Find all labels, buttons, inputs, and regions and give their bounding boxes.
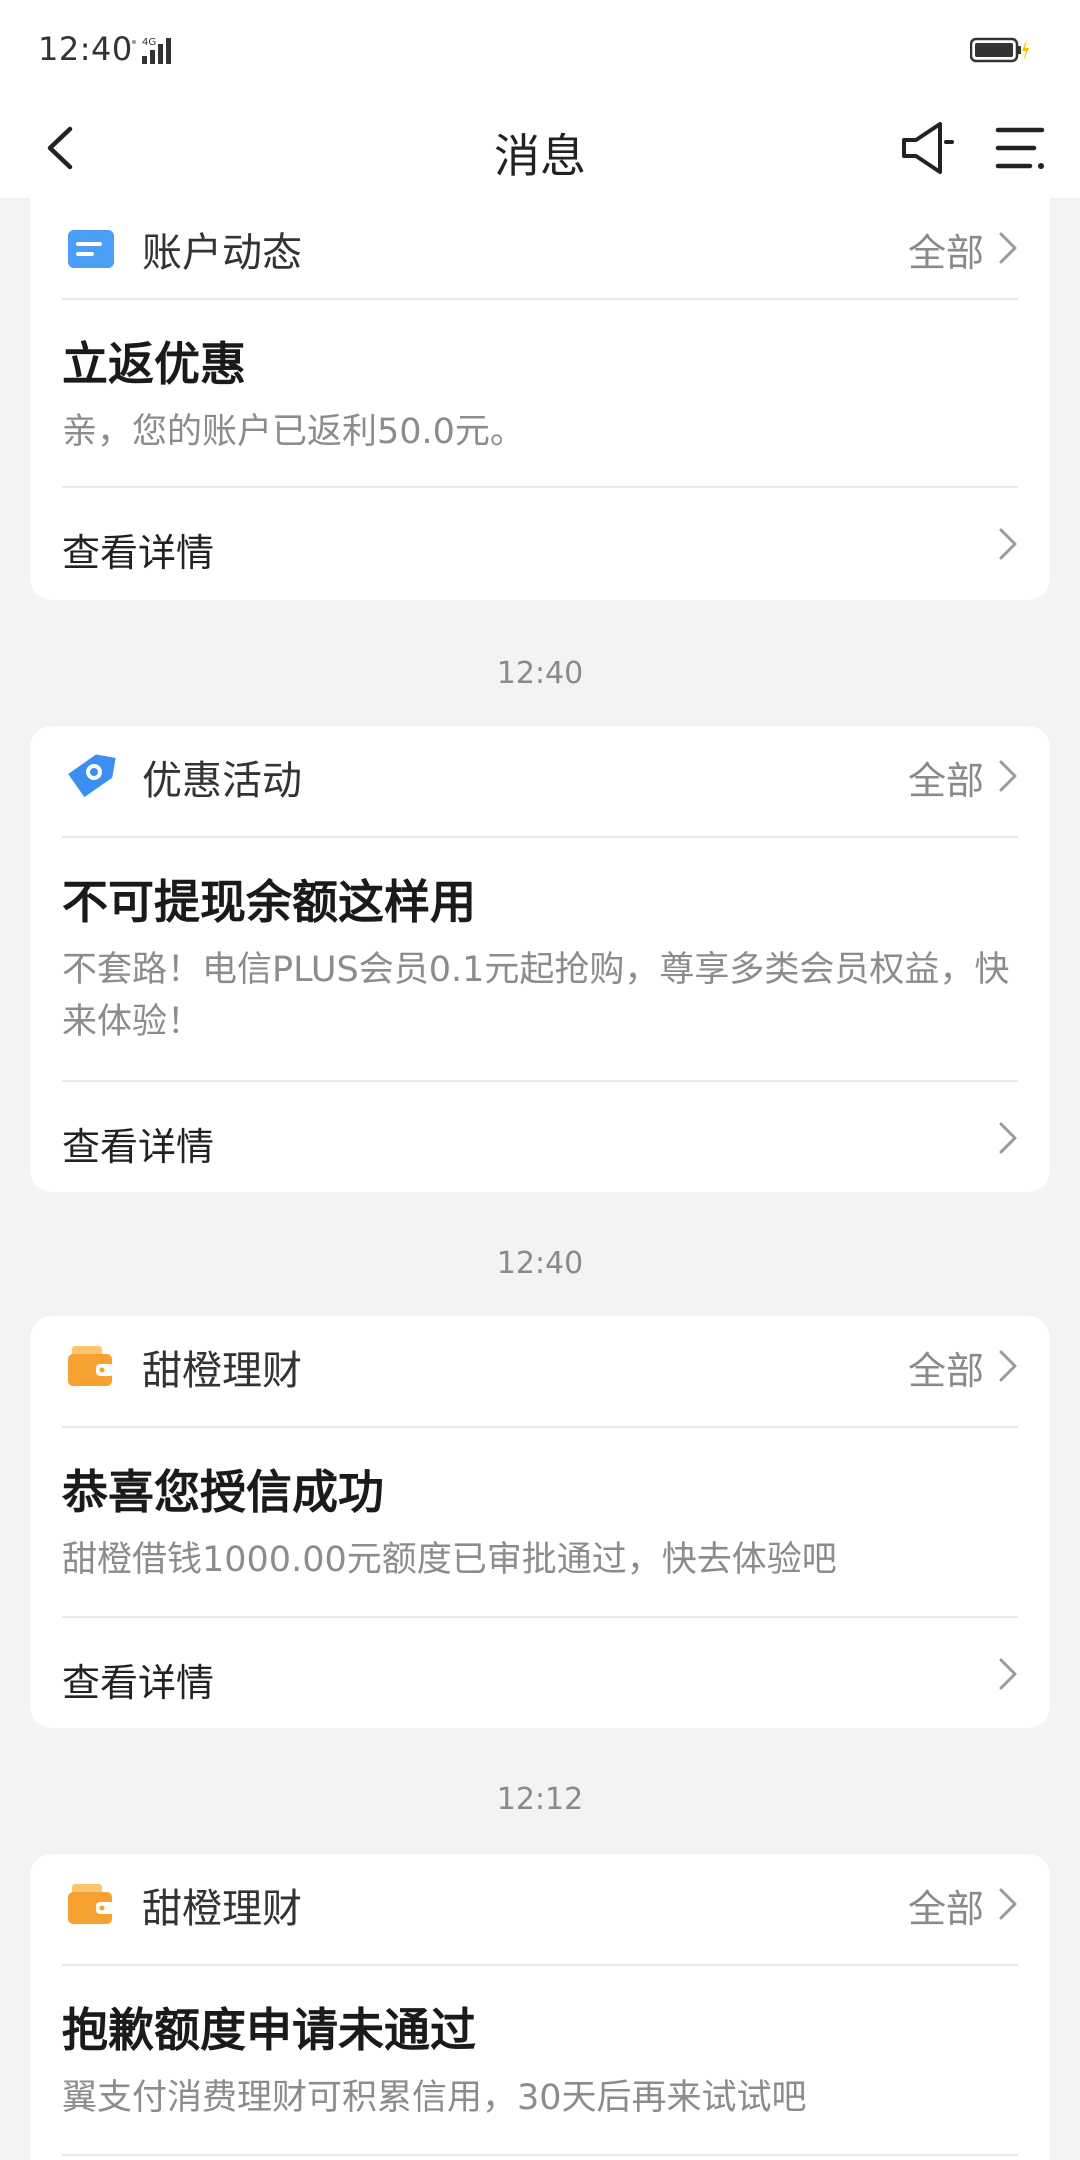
message-body: 翼支付消费理财可积累信用，30天后再来试试吧 [62, 2078, 807, 2118]
chevron-right-icon [999, 1350, 1017, 1382]
view-details-label: 查看详情 [62, 531, 215, 575]
divider [62, 836, 1018, 838]
view-details-row[interactable]: 查看详情 [30, 1082, 1050, 1192]
message-list[interactable]: 账户动态 全部 立返优惠 亲，您的账户已返利50.0元。 查看详情 12:40 … [0, 198, 1080, 2160]
message-title: 恭喜您授信成功 [62, 1465, 384, 1519]
wallet-icon [68, 1346, 114, 1386]
network-label: 4G [142, 37, 156, 48]
message-card: 账户动态 全部 立返优惠 亲，您的账户已返利50.0元。 查看详情 [30, 198, 1050, 600]
message-body: 亲，您的账户已返利50.0元。 [62, 412, 525, 452]
timestamp: 12:40 [496, 1246, 584, 1281]
timestamp: 12:40 [496, 656, 584, 691]
message-card: 优惠活动 全部 不可提现余额这样用 不套路！电信PLUS会员0.1元起抢购，尊享… [30, 726, 1050, 1192]
status-bar: 12:40 4G [0, 0, 1080, 100]
source-name: 账户动态 [142, 230, 302, 276]
chevron-right-icon [999, 1658, 1017, 1690]
timestamp: 12:12 [496, 1782, 584, 1817]
card-header[interactable]: 甜橙理财 全部 [30, 1854, 1050, 1956]
view-details-label: 查看详情 [62, 1661, 215, 1705]
account-doc-icon [68, 230, 114, 268]
chevron-right-icon [999, 760, 1017, 792]
card-header[interactable]: 甜橙理财 全部 [30, 1316, 1050, 1418]
message-title: 抱歉额度申请未通过 [62, 2003, 476, 2057]
signal-4g-icon: 4G [132, 37, 171, 64]
divider [62, 298, 1018, 300]
all-link[interactable]: 全部 [908, 750, 984, 805]
all-link[interactable]: 全部 [908, 1340, 984, 1395]
source-name: 甜橙理财 [142, 1886, 302, 1932]
battery-charging-icon [970, 37, 1029, 63]
nav-bar: 消息 [0, 100, 1080, 198]
divider [62, 1426, 1018, 1428]
source-name: 甜橙理财 [142, 1348, 302, 1394]
menu-icon[interactable] [990, 118, 1050, 178]
card-header[interactable]: 账户动态 全部 [30, 198, 1050, 300]
all-link[interactable]: 全部 [908, 222, 984, 277]
status-time: 12:40 [38, 30, 133, 68]
message-card: 甜橙理财 全部 抱歉额度申请未通过 翼支付消费理财可积累信用，30天后再来试试吧 [30, 1854, 1050, 2160]
message-title: 不可提现余额这样用 [62, 875, 476, 929]
message-card: 甜橙理财 全部 恭喜您授信成功 甜橙借钱1000.00元额度已审批通过，快去体验… [30, 1316, 1050, 1728]
message-title: 立返优惠 [62, 337, 246, 391]
wallet-icon [68, 1884, 114, 1924]
view-details-row[interactable]: 查看详情 [30, 488, 1050, 598]
promo-tag-icon [68, 754, 116, 798]
chevron-right-icon [999, 232, 1017, 264]
chevron-right-icon [999, 528, 1017, 560]
divider [62, 2154, 1018, 2156]
speaker-icon[interactable] [896, 116, 960, 180]
view-details-row[interactable]: 查看详情 [30, 1618, 1050, 1728]
chevron-right-icon [999, 1888, 1017, 1920]
divider [62, 1964, 1018, 1966]
message-body: 不套路！电信PLUS会员0.1元起抢购，尊享多类会员权益，快来体验！ [62, 950, 1010, 1042]
message-body: 甜橙借钱1000.00元额度已审批通过，快去体验吧 [62, 1540, 837, 1580]
view-details-label: 查看详情 [62, 1125, 215, 1169]
source-name: 优惠活动 [142, 758, 302, 804]
chevron-right-icon [999, 1122, 1017, 1154]
all-link[interactable]: 全部 [908, 1878, 984, 1933]
card-header[interactable]: 优惠活动 全部 [30, 726, 1050, 828]
